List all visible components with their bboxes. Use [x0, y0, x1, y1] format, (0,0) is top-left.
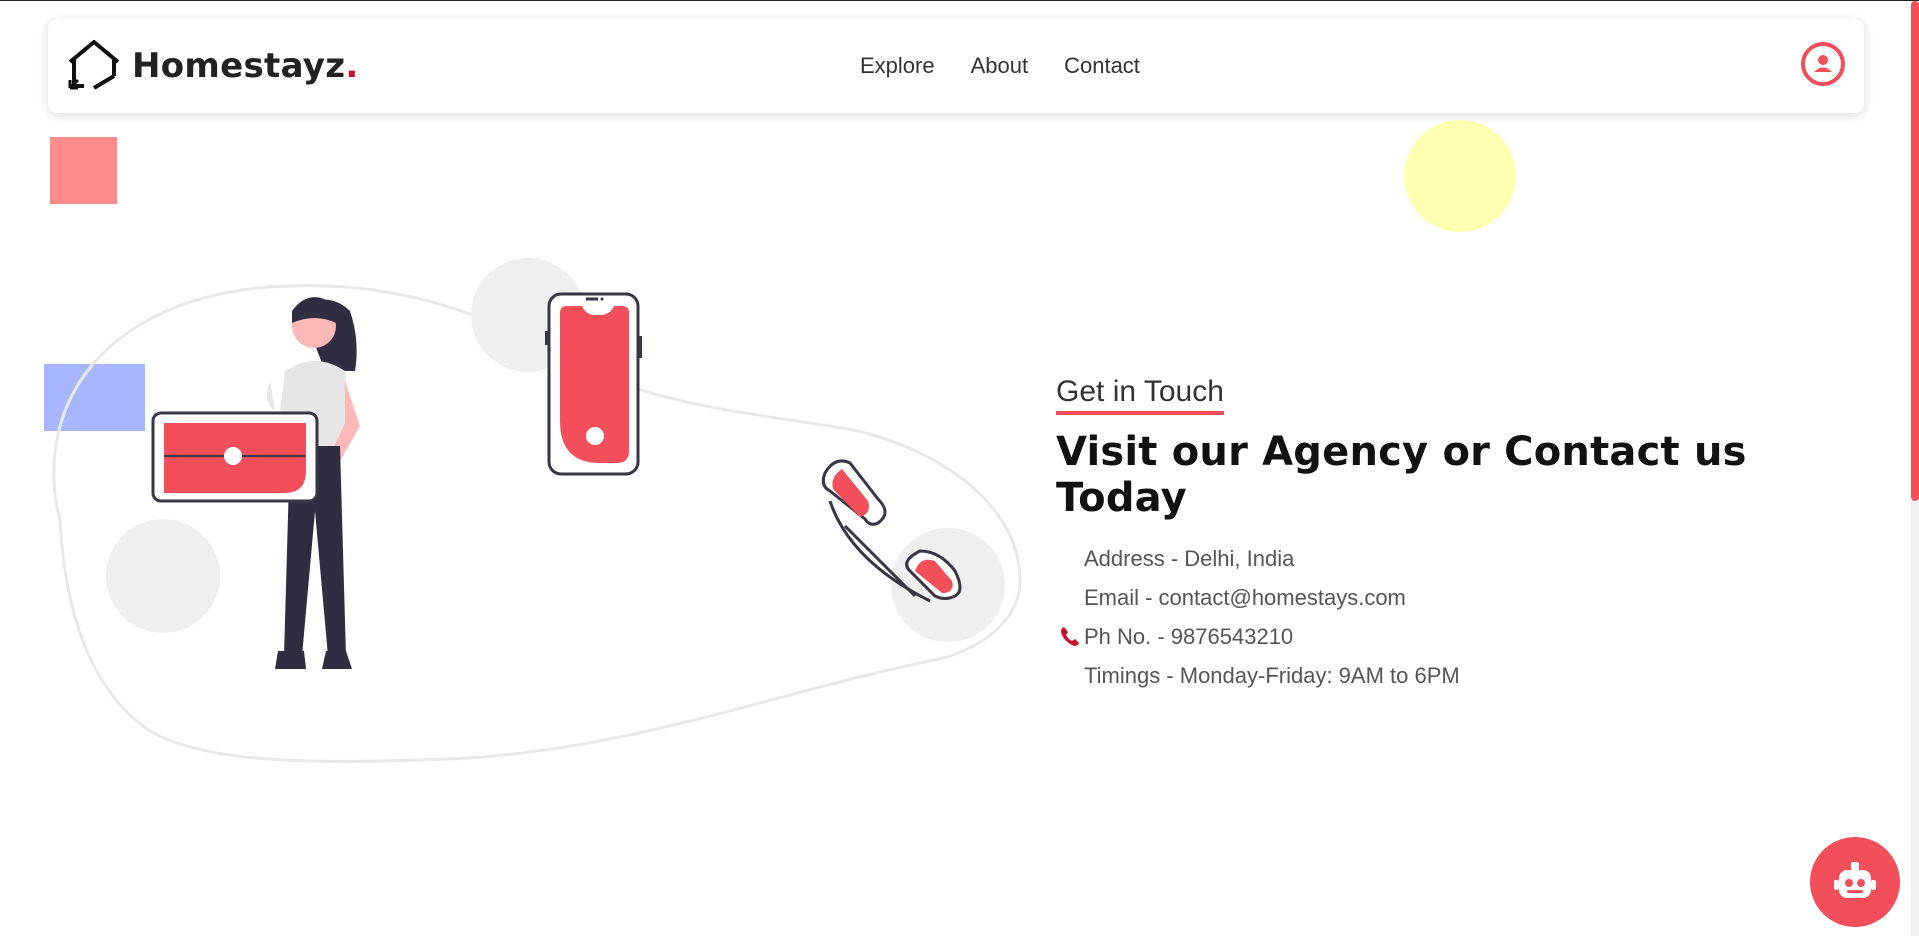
contact-email: Email - contact@homestays.com: [1056, 578, 1876, 617]
clock-icon: [1056, 662, 1084, 690]
contact-headline: Visit our Agency or Contact us Today: [1056, 429, 1747, 521]
brand-name: Homestayz.: [132, 46, 359, 86]
decorative-square: [50, 137, 117, 204]
contact-illustration: [52, 258, 1022, 763]
contact-address: Address - Delhi, India: [1056, 539, 1876, 578]
contact-section: Get in Touch Visit our Agency or Contact…: [1056, 375, 1876, 695]
contact-phone: Ph No. - 9876543210: [1056, 617, 1876, 656]
phone-icon: [1056, 623, 1084, 651]
contact-timings-text: Timings - Monday-Friday: 9AM to 6PM: [1084, 662, 1460, 688]
decorative-yellow-circle: [1404, 120, 1516, 232]
robot-icon: [1834, 862, 1876, 898]
scrollbar-thumb[interactable]: [1911, 1, 1919, 501]
contact-address-text: Address - Delhi, India: [1084, 545, 1295, 571]
nav-links: Explore About Contact: [860, 19, 1140, 113]
nav-link-contact[interactable]: Contact: [1064, 53, 1140, 79]
contact-eyebrow: Get in Touch: [1056, 375, 1224, 415]
location-icon: [1056, 545, 1084, 573]
user-circle-icon[interactable]: [1800, 41, 1846, 87]
contact-timings: Timings - Monday-Friday: 9AM to 6PM: [1056, 656, 1876, 695]
nav-link-about[interactable]: About: [971, 53, 1029, 79]
brand[interactable]: Homestayz.: [64, 36, 359, 96]
chatbot-button[interactable]: [1810, 837, 1900, 927]
contact-email-text[interactable]: Email - contact@homestays.com: [1084, 585, 1406, 611]
email-icon: [1056, 584, 1084, 612]
navbar: Homestayz. Explore About Contact: [48, 19, 1864, 113]
contact-info-list: Address - Delhi, India Email - contact@h…: [1056, 539, 1876, 695]
nav-link-explore[interactable]: Explore: [860, 53, 935, 79]
house-logo-icon: [68, 40, 120, 90]
contact-phone-text[interactable]: Ph No. - 9876543210: [1084, 624, 1293, 650]
page: Homestayz. Explore About Contact Get in …: [0, 0, 1919, 936]
